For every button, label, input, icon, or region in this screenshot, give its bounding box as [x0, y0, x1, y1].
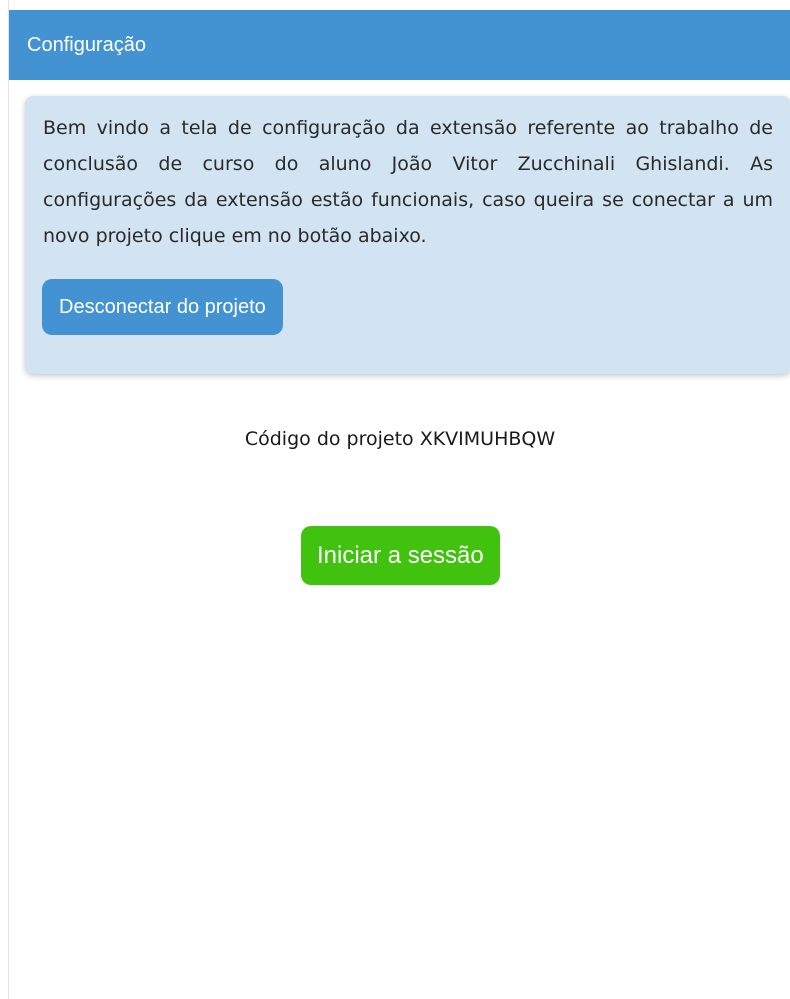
config-page: Configuração Bem vindo a tela de configu…	[8, 0, 790, 999]
info-card: Bem vindo a tela de configuração da exte…	[25, 96, 790, 374]
welcome-message: Bem vindo a tela de configuração da exte…	[43, 117, 773, 247]
page-title: Configuração	[27, 33, 146, 56]
header-bar: Configuração	[9, 10, 790, 80]
start-session-button[interactable]: Iniciar a sessão	[301, 526, 500, 585]
project-code-label: Código do projeto XKVIMUHBQW	[244, 428, 556, 450]
disconnect-project-button[interactable]: Desconectar do projeto	[42, 279, 283, 335]
